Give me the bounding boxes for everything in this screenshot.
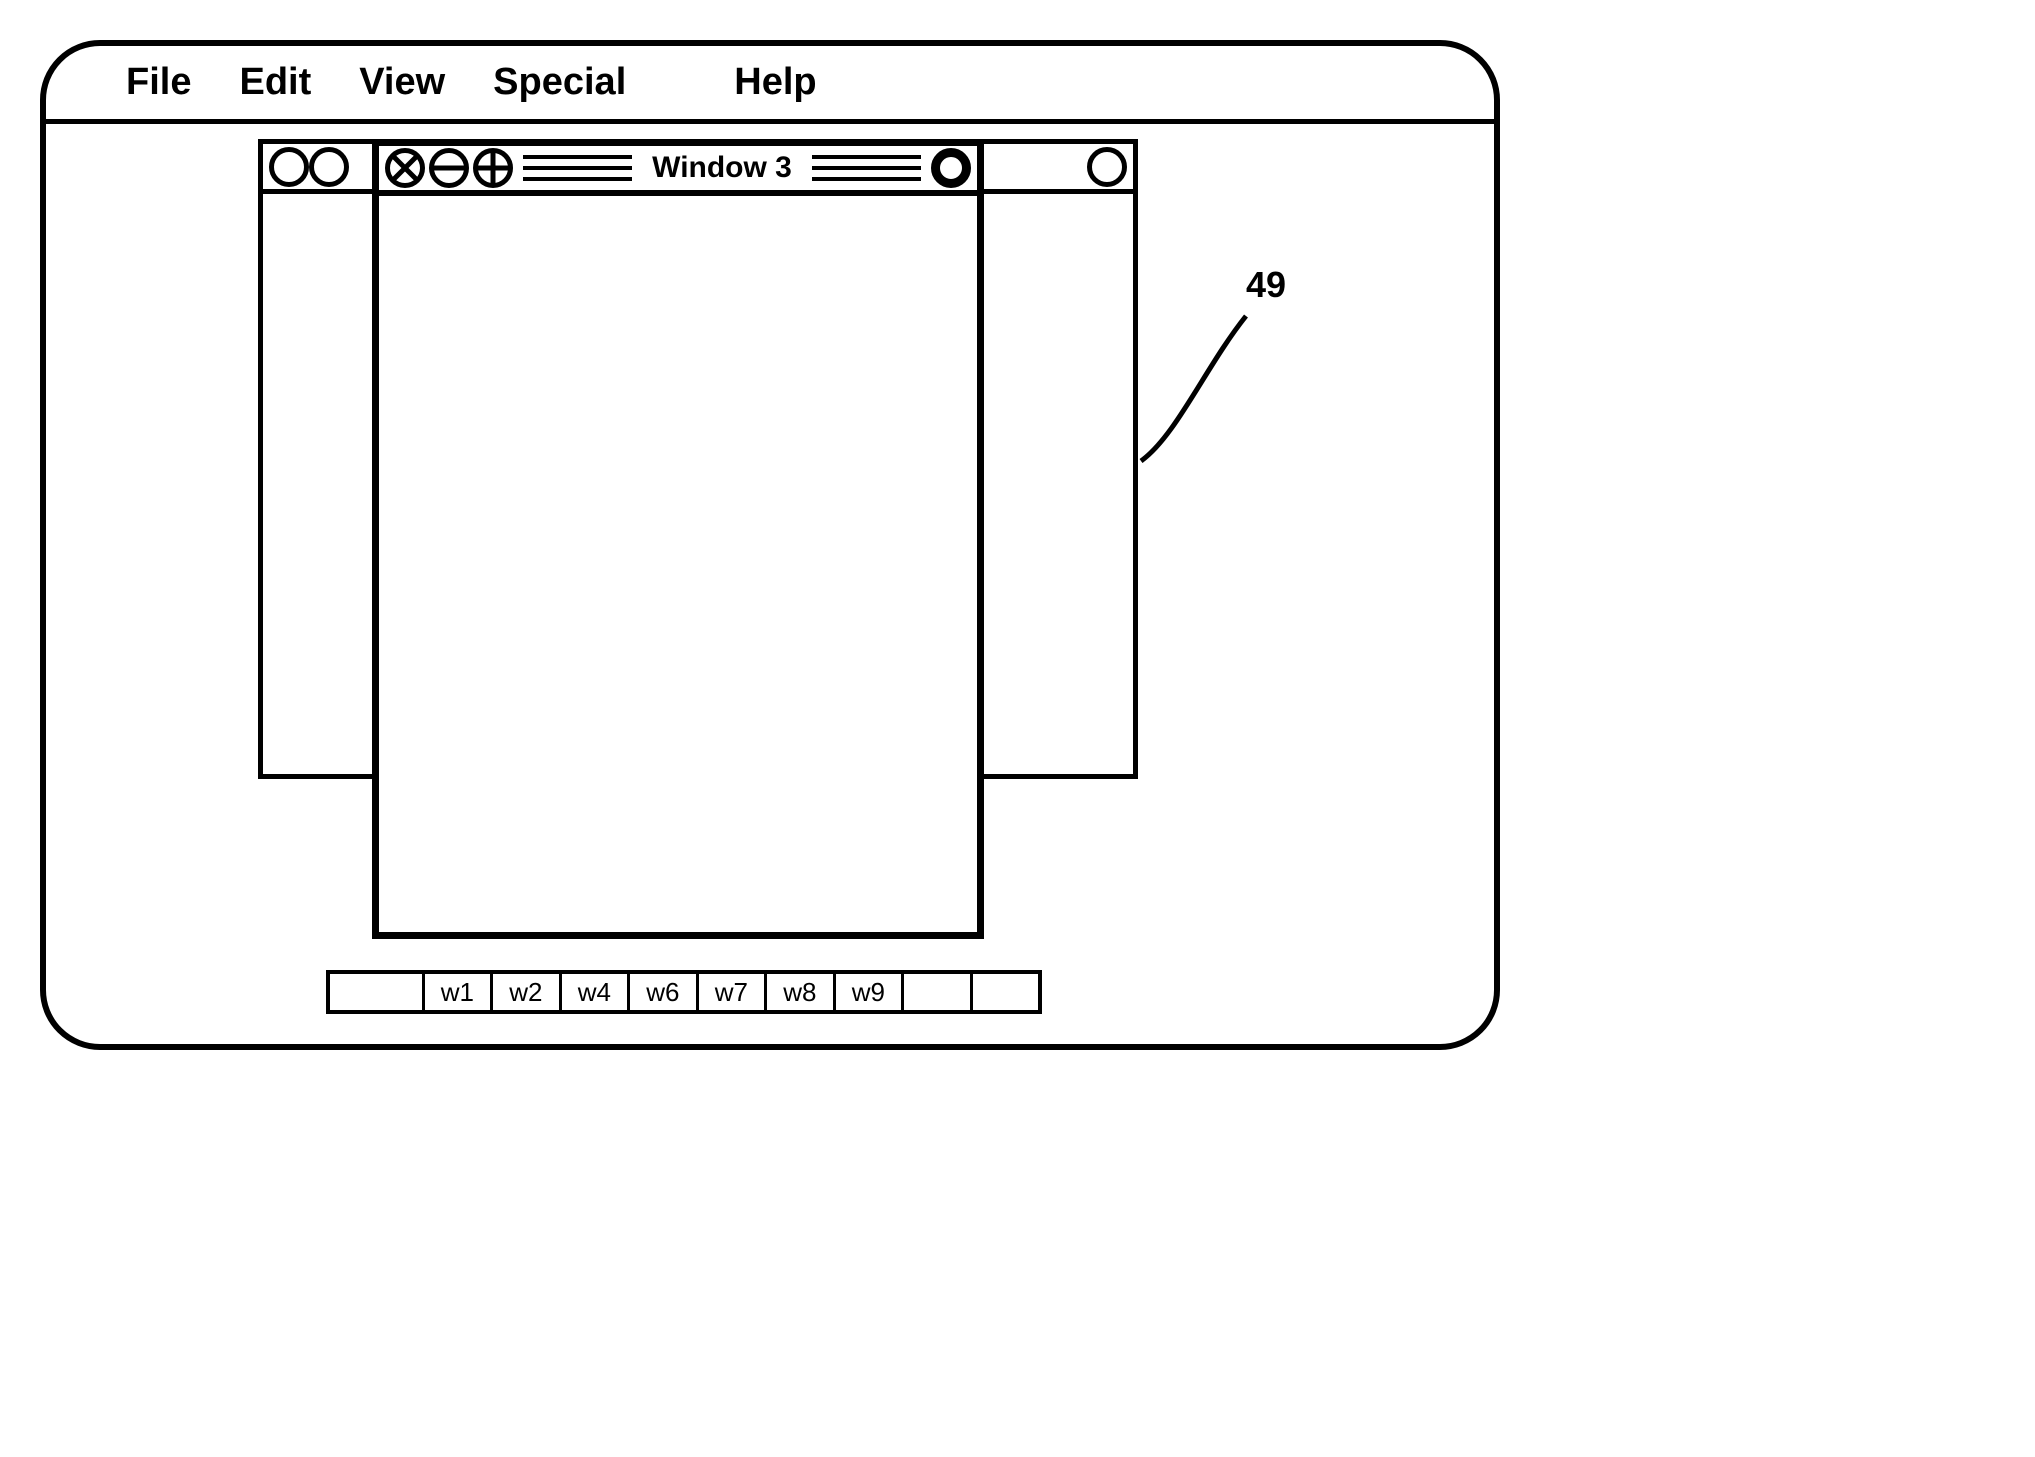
taskbar-slot[interactable]: [973, 974, 1038, 1010]
front-window-titlebar[interactable]: Window 3: [379, 146, 977, 196]
minimize-icon[interactable]: [429, 148, 469, 188]
background-window-right[interactable]: [970, 139, 1138, 779]
zoom-icon[interactable]: [931, 148, 971, 188]
menu-view[interactable]: View: [359, 61, 445, 104]
menubar: File Edit View Special Help: [46, 46, 1494, 124]
taskbar-slot-w1[interactable]: w1: [425, 974, 493, 1010]
window-control-icon[interactable]: [269, 147, 309, 187]
taskbar-slot-w9[interactable]: w9: [836, 974, 904, 1010]
taskbar-slot-w2[interactable]: w2: [493, 974, 561, 1010]
taskbar-slot[interactable]: [330, 974, 425, 1010]
window-control-icon[interactable]: [1087, 147, 1127, 187]
taskbar-slot-w8[interactable]: w8: [767, 974, 835, 1010]
taskbar-slot-w4[interactable]: w4: [562, 974, 630, 1010]
front-window[interactable]: Window 3: [372, 139, 984, 939]
taskbar-slot-w6[interactable]: w6: [630, 974, 698, 1010]
titlebar-grip-left[interactable]: [517, 153, 638, 183]
menu-edit[interactable]: Edit: [239, 61, 311, 104]
window-control-icon[interactable]: [309, 147, 349, 187]
menu-help[interactable]: Help: [734, 61, 816, 104]
annotation-leader-line: [1136, 306, 1256, 466]
window-title: Window 3: [642, 151, 802, 185]
menu-file[interactable]: File: [126, 61, 191, 104]
taskbar-slot-w7[interactable]: w7: [699, 974, 767, 1010]
maximize-icon[interactable]: [473, 148, 513, 188]
annotation-label-49: 49: [1246, 264, 1286, 306]
close-icon[interactable]: [385, 148, 425, 188]
taskbar: w1 w2 w4 w6 w7 w8 w9: [326, 970, 1042, 1014]
menu-special[interactable]: Special: [493, 61, 626, 104]
taskbar-slot[interactable]: [904, 974, 972, 1010]
background-window-right-titlebar[interactable]: [975, 144, 1133, 194]
desktop-screen: File Edit View Special Help Window 3: [40, 40, 1500, 1050]
titlebar-grip-right[interactable]: [806, 153, 927, 183]
